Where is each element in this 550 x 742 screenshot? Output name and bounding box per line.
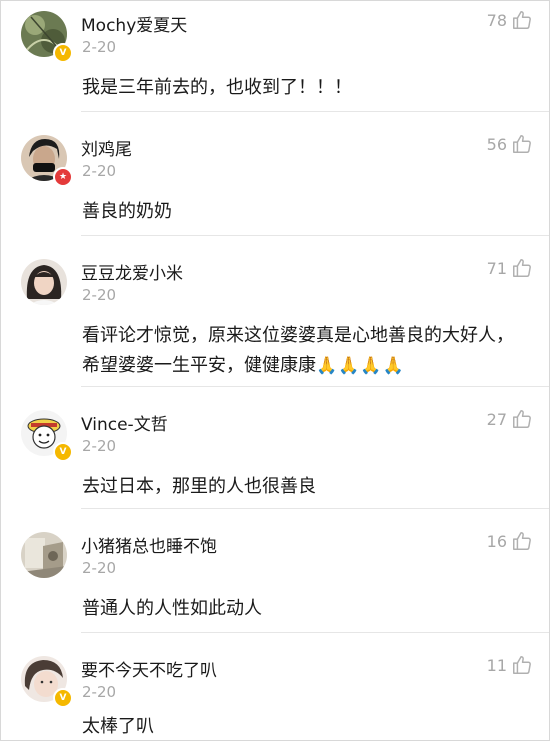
username[interactable]: Vince-文哲 (81, 410, 168, 435)
divider (81, 386, 549, 387)
divider (81, 632, 549, 633)
comment-text: 善良的奶奶 (82, 201, 172, 222)
like-count: 11 (486, 655, 507, 675)
divider (81, 235, 549, 236)
comment-date: 2-20 (82, 683, 117, 701)
comment-text: 太棒了叭 (82, 716, 154, 737)
like-count: 16 (486, 531, 507, 551)
thumbs-up-icon[interactable] (511, 257, 533, 279)
comment-text: 普通人的人性如此动人 (82, 598, 262, 619)
verified-badge-icon: V (53, 43, 73, 63)
thumbs-up-icon[interactable] (511, 654, 533, 676)
comment-date: 2-20 (82, 38, 117, 56)
username[interactable]: Mochy爱夏天 (81, 11, 187, 36)
divider (81, 111, 549, 112)
like-count: 27 (486, 409, 507, 429)
verified-badge-icon: V (53, 688, 73, 708)
thumbs-up-icon[interactable] (511, 9, 533, 31)
thumbs-up-icon[interactable] (511, 530, 533, 552)
like-count: 71 (486, 258, 507, 278)
username[interactable]: 要不今天不吃了叭 (81, 656, 217, 681)
like-button[interactable]: 71 (487, 257, 533, 279)
like-button[interactable]: 78 (487, 9, 533, 31)
like-count: 56 (486, 134, 507, 154)
comment-date: 2-20 (82, 162, 117, 180)
comment-date: 2-20 (82, 286, 117, 304)
thumbs-up-icon[interactable] (511, 408, 533, 430)
like-button[interactable]: 27 (487, 408, 533, 430)
comment-date: 2-20 (82, 437, 117, 455)
comment-text: 我是三年前去的，也收到了！！！ (82, 77, 352, 98)
comment-text: 去过日本，那里的人也很善良 (82, 476, 316, 497)
username[interactable]: 豆豆龙爱小米 (81, 259, 183, 284)
divider (81, 508, 549, 509)
like-button[interactable]: 11 (487, 654, 533, 676)
comment-date: 2-20 (82, 559, 117, 577)
avatar[interactable] (21, 532, 67, 578)
avatar[interactable] (21, 259, 67, 305)
verified-badge-icon: V (53, 442, 73, 462)
praying-hands-emoji: 🙏🙏🙏🙏 (316, 356, 405, 376)
thumbs-up-icon[interactable] (511, 133, 533, 155)
comment-text-body: 看评论才惊觉，原来这位婆婆真是心地善良的大好人，希望婆婆一生平安，健健康康 (82, 325, 514, 376)
comment-text: 看评论才惊觉，原来这位婆婆真是心地善良的大好人，希望婆婆一生平安，健健康康🙏🙏🙏… (82, 321, 514, 381)
like-button[interactable]: 16 (487, 530, 533, 552)
like-button[interactable]: 56 (487, 133, 533, 155)
username[interactable]: 小猪猪总也睡不饱 (81, 532, 217, 557)
star-badge-icon: ★ (53, 167, 73, 187)
like-count: 78 (486, 10, 507, 30)
username[interactable]: 刘鸡尾 (81, 135, 132, 160)
